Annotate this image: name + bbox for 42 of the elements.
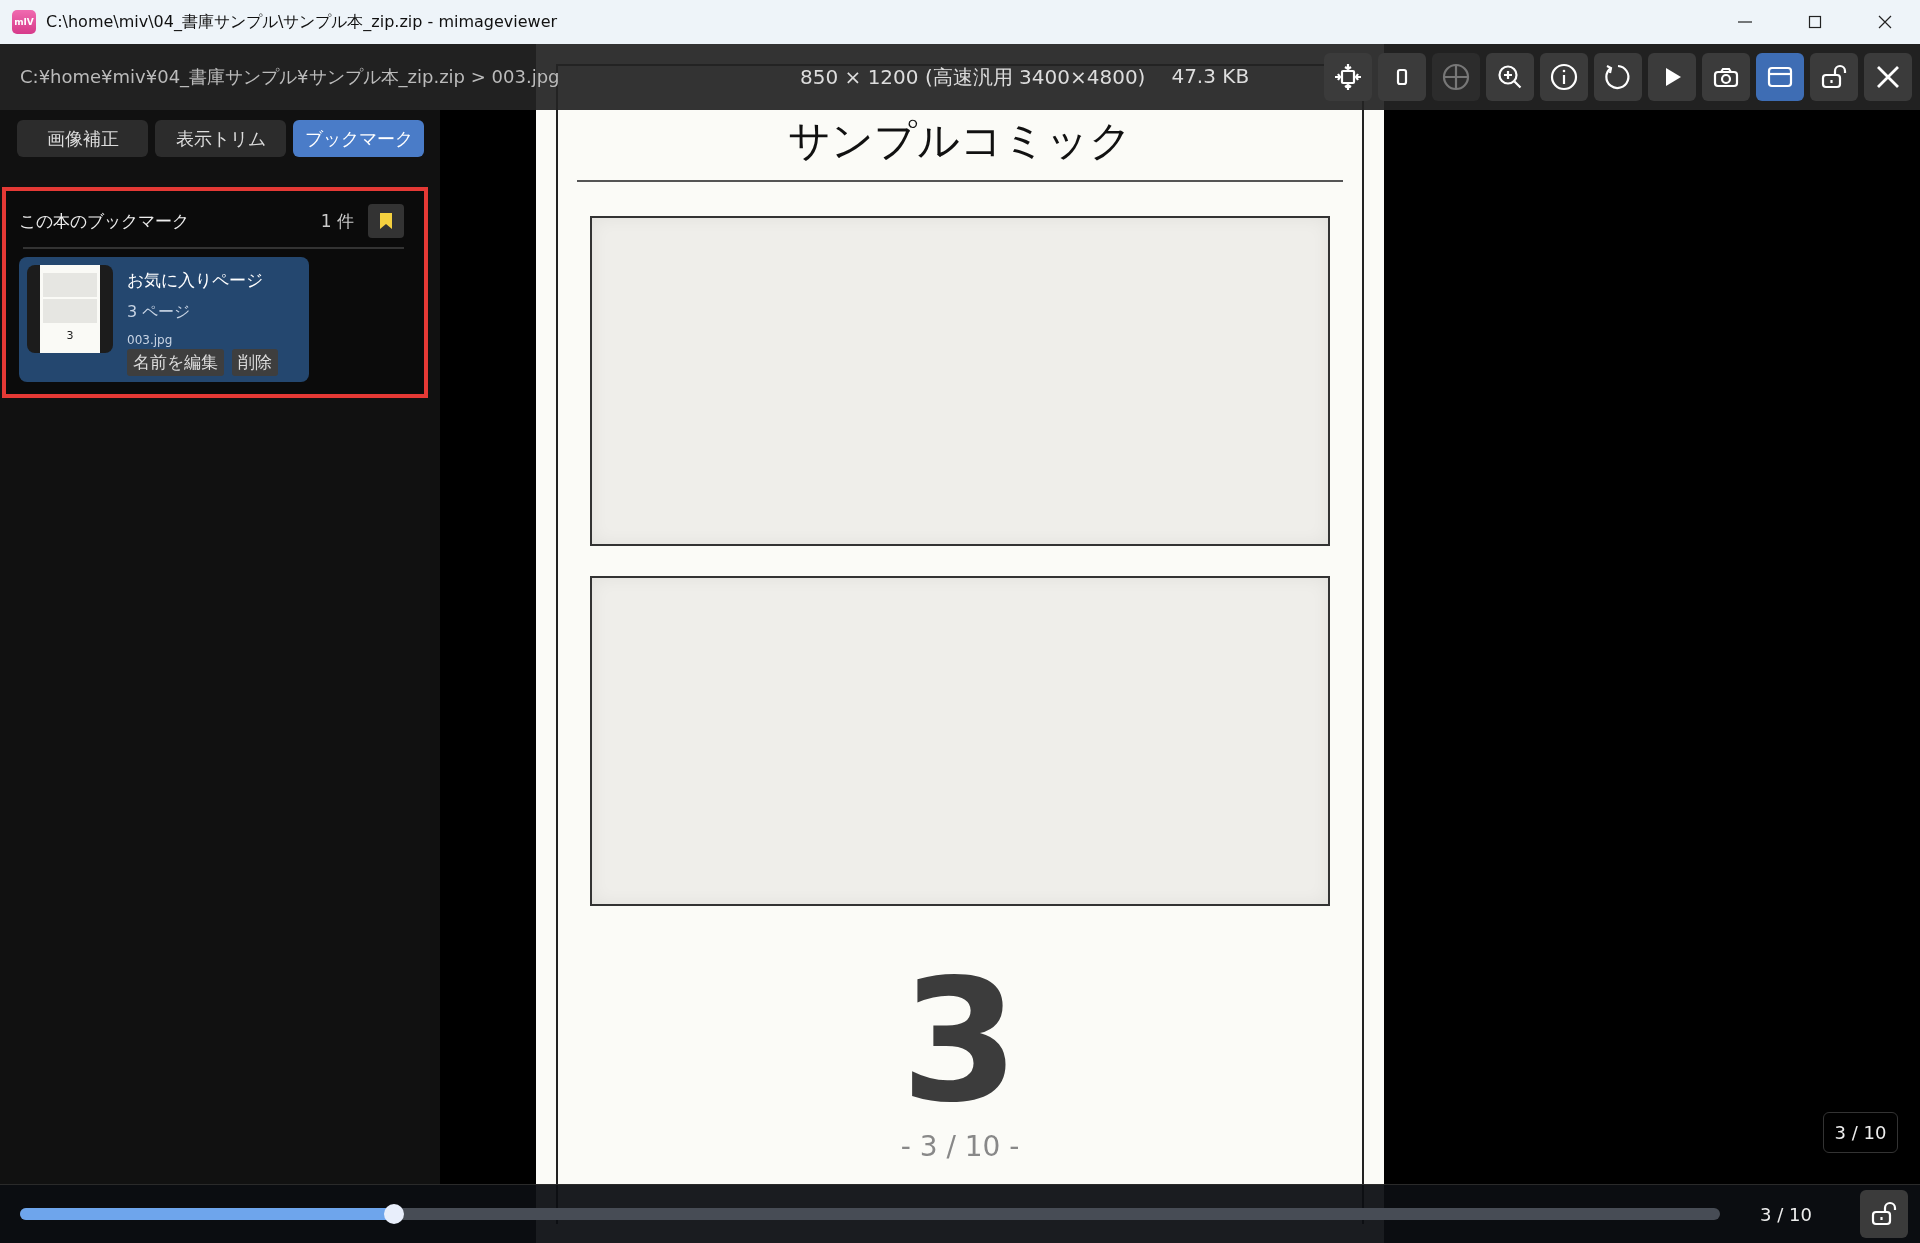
bookmark-action-button[interactable]: 削除 (232, 349, 278, 376)
slider-thumb[interactable] (384, 1204, 404, 1224)
window-button[interactable] (1756, 53, 1804, 101)
bookmark-icon (379, 212, 393, 230)
image-info: 850 × 1200 (高速汎用 3400×4800) (800, 63, 1146, 91)
info-button[interactable] (1540, 53, 1588, 101)
bookmark-file: 003.jpg (127, 333, 173, 347)
window-title: C:\home\miv\04_書庫サンプル\サンプル本_zip.zip - mimageviewer (46, 11, 559, 33)
bookmark-card[interactable]: 3 お気に入りページ 3 ページ 003.jpg 名前を編集 削除 (19, 257, 309, 382)
page-thumbnail: 3 (27, 265, 113, 353)
bookmark-name: お気に入りページ (127, 269, 263, 292)
fit-button[interactable] (1324, 53, 1372, 101)
crosshair-icon (1441, 62, 1471, 92)
page-title: サンプルコミック (788, 118, 1132, 165)
add-bookmark-button[interactable] (368, 204, 404, 238)
unlock-button[interactable] (1810, 53, 1858, 101)
zoom-button[interactable] (1486, 53, 1534, 101)
page-number: 3 (900, 956, 1020, 1127)
sidebar-tab[interactable]: 表示トリム (155, 120, 286, 157)
close-button[interactable] (1864, 53, 1912, 101)
app-icon: mIV (12, 10, 36, 34)
play-button[interactable] (1648, 53, 1696, 101)
sidebar-tab[interactable]: 画像補正 (17, 120, 148, 157)
close-icon (1877, 14, 1893, 30)
bookmark-page: 3 ページ (127, 302, 191, 323)
bookmark-panel-title: この本のブックマーク (19, 209, 190, 233)
page-footer: - 3 / 10 - (900, 1130, 1020, 1164)
sidebar-tab[interactable]: ブックマーク (293, 120, 424, 157)
info-icon (1549, 62, 1579, 92)
expand-arrows-icon (1333, 62, 1363, 92)
page-indicator: 3 / 10 (1760, 1203, 1812, 1225)
rotate-button[interactable] (1594, 53, 1642, 101)
camera-button[interactable] (1702, 53, 1750, 101)
single-button[interactable] (1378, 53, 1426, 101)
unlock-button[interactable] (1860, 1190, 1908, 1238)
file-size: 47.3 KB (1171, 63, 1250, 90)
bookmark-action-button[interactable]: 名前を編集 (127, 349, 224, 376)
maximize-icon (1807, 14, 1823, 30)
page-counter: 3 / 10 (1823, 1112, 1898, 1153)
file-path: C:¥home¥miv¥04_書庫サンプル¥サンプル本_zip.zip > 003.jpg (20, 65, 561, 89)
bookmark-count: 1 件 (320, 209, 354, 233)
minimize-icon (1738, 21, 1752, 23)
